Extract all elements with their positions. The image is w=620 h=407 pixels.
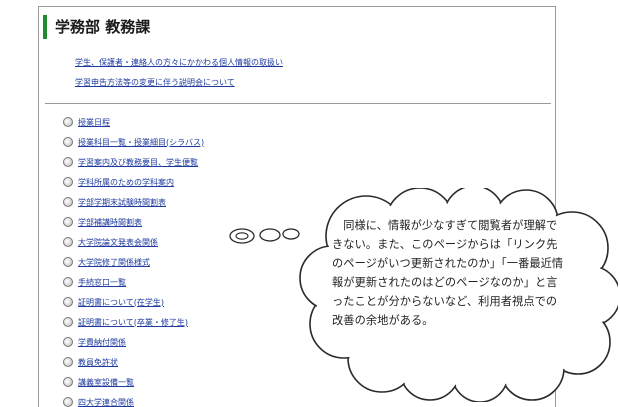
radio-bullet-icon bbox=[63, 217, 73, 227]
radio-bullet-icon bbox=[63, 377, 73, 387]
list-item[interactable]: 授業日程 bbox=[63, 112, 204, 132]
list-item[interactable]: 大学院修了関係様式 bbox=[63, 252, 204, 272]
radio-bullet-icon bbox=[63, 357, 73, 367]
list-link[interactable]: 学費納付関係 bbox=[78, 337, 126, 348]
callout-tail-icon bbox=[226, 222, 302, 250]
list-item[interactable]: 大学院論文発表会関係 bbox=[63, 232, 204, 252]
list-item[interactable]: 教員免許状 bbox=[63, 352, 204, 372]
notice-link[interactable]: 学習申告方法等の変更に伴う説明会について bbox=[75, 77, 283, 89]
list-link[interactable]: 授業科目一覧・授業細目(シラバス) bbox=[78, 137, 204, 148]
list-link[interactable]: 手続窓口一覧 bbox=[78, 277, 126, 288]
list-link[interactable]: 四大学連合関係 bbox=[78, 397, 134, 407]
list-link[interactable]: 授業日程 bbox=[78, 117, 110, 128]
radio-bullet-icon bbox=[63, 157, 73, 167]
list-link[interactable]: 大学院論文発表会関係 bbox=[78, 237, 158, 248]
list-link[interactable]: 証明書について(在学生) bbox=[78, 297, 164, 308]
radio-bullet-icon bbox=[63, 177, 73, 187]
list-link[interactable]: 証明書について(卒業・修了生) bbox=[78, 317, 188, 328]
notice-link[interactable]: 学生、保護者・連絡人の方々にかかわる個人情報の取扱い bbox=[75, 57, 283, 69]
list-link[interactable]: 学科所属のための学科案内 bbox=[78, 177, 174, 188]
list-link[interactable]: 教員免許状 bbox=[78, 357, 118, 368]
radio-bullet-icon bbox=[63, 257, 73, 267]
radio-bullet-icon bbox=[63, 137, 73, 147]
list-item[interactable]: 手続窓口一覧 bbox=[63, 272, 204, 292]
list-item[interactable]: 学部補講時間割表 bbox=[63, 212, 204, 232]
list-link[interactable]: 学習案内及び教務要目、学生便覧 bbox=[78, 157, 198, 168]
list-item[interactable]: 学科所属のための学科案内 bbox=[63, 172, 204, 192]
list-item[interactable]: 授業科目一覧・授業細目(シラバス) bbox=[63, 132, 204, 152]
link-list: 授業日程 授業科目一覧・授業細目(シラバス) 学習案内及び教務要目、学生便覧 学… bbox=[63, 112, 204, 407]
list-link[interactable]: 大学院修了関係様式 bbox=[78, 257, 150, 268]
list-link[interactable]: 学部学期末試験時間割表 bbox=[78, 197, 166, 208]
list-item[interactable]: 講義室設備一覧 bbox=[63, 372, 204, 392]
list-link[interactable]: 学部補講時間割表 bbox=[78, 217, 142, 228]
divider bbox=[45, 103, 551, 104]
radio-bullet-icon bbox=[63, 237, 73, 247]
page-title: 学務部 教務課 bbox=[43, 15, 355, 39]
list-item[interactable]: 証明書について(卒業・修了生) bbox=[63, 312, 204, 332]
list-item[interactable]: 学習案内及び教務要目、学生便覧 bbox=[63, 152, 204, 172]
radio-bullet-icon bbox=[63, 277, 73, 287]
radio-bullet-icon bbox=[63, 117, 73, 127]
radio-bullet-icon bbox=[63, 197, 73, 207]
notice-links: 学生、保護者・連絡人の方々にかかわる個人情報の取扱い 学習申告方法等の変更に伴う… bbox=[75, 57, 283, 97]
list-item[interactable]: 証明書について(在学生) bbox=[63, 292, 204, 312]
radio-bullet-icon bbox=[63, 317, 73, 327]
radio-bullet-icon bbox=[63, 337, 73, 347]
callout-text: 同様に、情報が少なすぎて閲覧者が理解できない。また、このページからは「リンク先の… bbox=[332, 216, 564, 330]
radio-bullet-icon bbox=[63, 297, 73, 307]
list-item[interactable]: 学部学期末試験時間割表 bbox=[63, 192, 204, 212]
list-item[interactable]: 四大学連合関係 bbox=[63, 392, 204, 407]
list-item[interactable]: 学費納付関係 bbox=[63, 332, 204, 352]
list-link[interactable]: 講義室設備一覧 bbox=[78, 377, 134, 388]
